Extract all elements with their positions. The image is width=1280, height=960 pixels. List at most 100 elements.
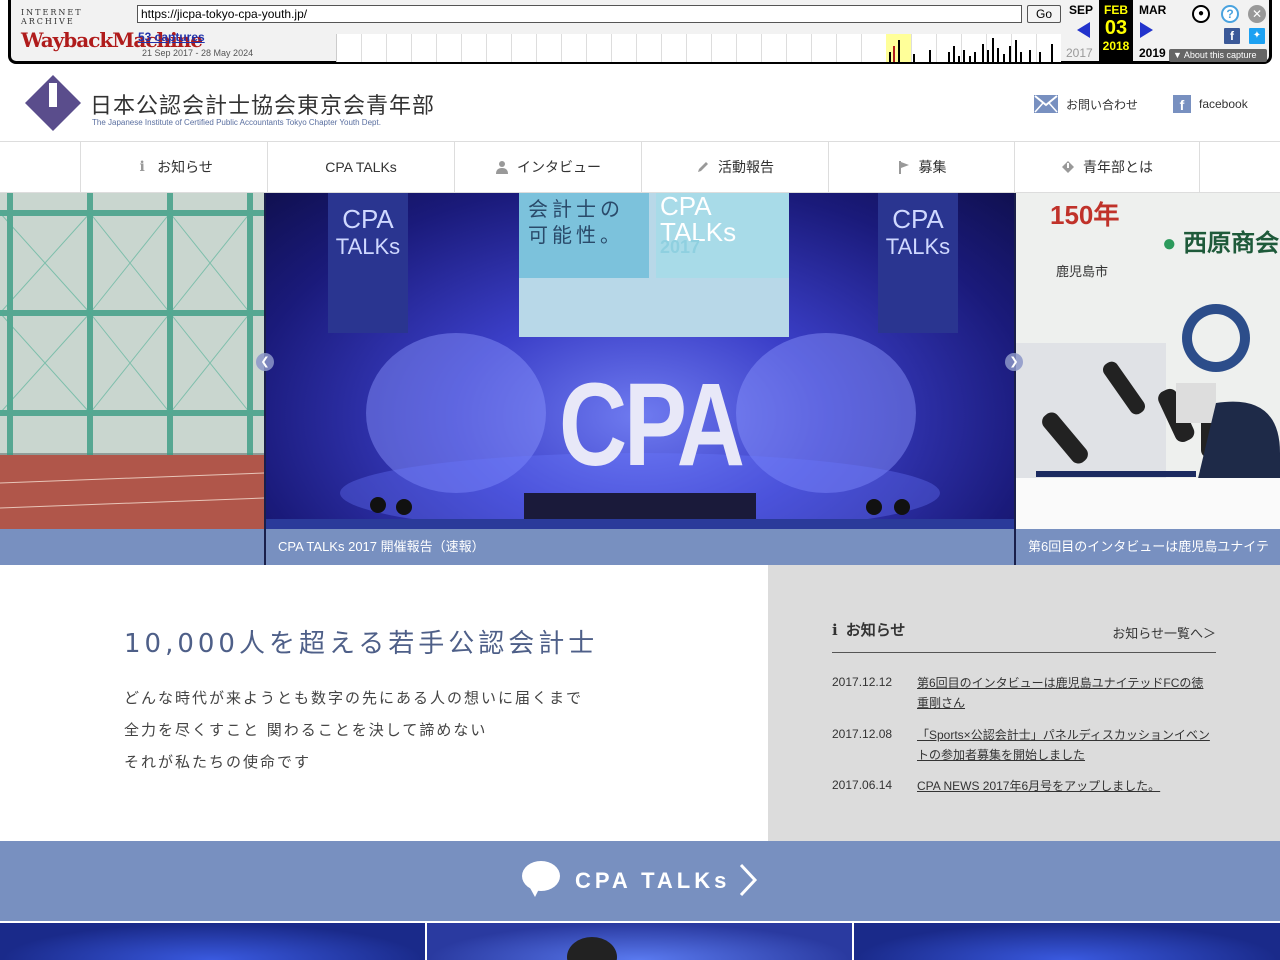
news-link[interactable]: CPA NEWS 2017年6月号をアップしました。	[917, 776, 1215, 796]
right-brand: ● 西原商会	[1162, 223, 1279, 258]
slide-right[interactable]: 150年 鹿児島市 ● 西原商会 第6回目のインタビューは鹿児島ユナイテ	[1016, 193, 1280, 565]
news-title-label: お知らせ	[845, 622, 906, 639]
nav-label: 募集	[918, 159, 947, 175]
pencil-icon	[698, 162, 708, 172]
facebook-icon: f	[1173, 95, 1191, 113]
nav-label: CPA TALKs	[325, 159, 397, 175]
talks-tiles	[0, 921, 1280, 960]
news-panel: i お知らせ お知らせ一覧へ＞ 2017.12.12 第6回目のインタビューは鹿…	[768, 565, 1280, 841]
wayback-about-button[interactable]: ▼ About this capture	[1169, 49, 1267, 62]
sparkline-cell	[586, 34, 611, 62]
nav-item-news[interactable]: i お知らせ	[80, 142, 267, 192]
sparkline-bar	[1039, 52, 1041, 62]
slide-left-caption[interactable]	[0, 529, 264, 565]
sparkline-cell	[761, 34, 786, 62]
sparkline-cell	[686, 34, 711, 62]
nav-item-recruit[interactable]: 募集	[828, 142, 1014, 192]
info-icon: i	[832, 620, 838, 639]
intro-section: 10,000人を超える若手公認会計士 どんな時代が来ようとも数字の先にある人の想…	[0, 565, 768, 841]
wayback-next-month[interactable]: MAR	[1139, 3, 1166, 17]
sparkline-cell	[636, 34, 661, 62]
talks-tile[interactable]	[854, 923, 1280, 960]
wayback-go-button[interactable]: Go	[1027, 5, 1061, 23]
intro-line-3: それが私たちの使命です	[124, 753, 312, 771]
wayback-prev-month[interactable]: SEP	[1069, 3, 1093, 17]
brand-circle-icon: ●	[1162, 230, 1177, 257]
sparkline-cell	[736, 34, 761, 62]
nav-item-interview[interactable]: インタビュー	[454, 142, 641, 192]
news-item: 2017.12.08 「Sports×公認会計士」パネルディスカッションイベント…	[832, 727, 1216, 769]
slide-left[interactable]	[0, 193, 264, 565]
intro-line-1: どんな時代が来ようとも数字の先にある人の想いに届くまで	[124, 689, 584, 707]
account-icon[interactable]: ●	[1192, 5, 1210, 23]
slider-prev-arrow-icon[interactable]: ❮	[256, 353, 274, 371]
sparkline-cell	[836, 34, 861, 62]
twitter-share-icon[interactable]: ✦	[1249, 28, 1265, 44]
wayback-next-arrow-icon[interactable]	[1140, 22, 1153, 38]
nav-item-about[interactable]: 青年部とは	[1014, 142, 1200, 192]
site-title[interactable]: 日本公認会計士協会東京会青年部	[90, 88, 435, 120]
sparkline-cell	[436, 34, 461, 62]
wayback-toolbar: INTERNET ARCHIVE WaybackMachine https://…	[8, 0, 1272, 64]
nav-label: お知らせ	[157, 159, 213, 175]
talks-tile[interactable]	[0, 923, 425, 960]
slide-center-caption[interactable]: CPA TALKs 2017 開催報告（速報）	[266, 529, 1014, 565]
sparkline-bar	[1003, 54, 1005, 62]
slider-next-arrow-icon[interactable]: ❯	[1005, 353, 1023, 371]
sparkline-cell	[711, 34, 736, 62]
sparkline-bar	[1015, 40, 1017, 62]
slide-right-caption[interactable]: 第6回目のインタビューは鹿児島ユナイテ	[1016, 529, 1280, 565]
nav-item-activity[interactable]: 活動報告	[641, 142, 828, 192]
wayback-captures-link[interactable]: 53 captures	[138, 30, 205, 44]
slide-left-image	[0, 193, 264, 529]
news-more-link[interactable]: お知らせ一覧へ＞	[1112, 623, 1216, 642]
sparkline-cell	[561, 34, 586, 62]
news-date: 2017.12.08	[832, 727, 893, 741]
wayback-cur-year: 2018	[1102, 39, 1130, 53]
flag-icon	[898, 161, 909, 174]
news-link[interactable]: 「Sports×公認会計士」パネルディスカッションイベントの参加者募集を開始しま…	[917, 725, 1215, 765]
sparkline-cell	[411, 34, 436, 62]
wayback-about-label: About this capture	[1183, 50, 1257, 60]
nav-item-cpa-talks[interactable]: CPA TALKs	[267, 142, 454, 192]
intro-line-2: 全力を尽くすこと 関わることを決して諦めない	[124, 721, 488, 739]
talks-tile[interactable]	[427, 923, 852, 960]
news-header: i お知らせ お知らせ一覧へ＞	[832, 617, 1216, 653]
sparkline-bar	[948, 52, 950, 62]
speech-bubble-icon	[522, 861, 560, 897]
wayback-range: 21 Sep 2017 - 28 May 2024	[142, 48, 254, 58]
news-link[interactable]: 第6回目のインタビューは鹿児島ユナイテッドFCの徳重剛さん	[917, 673, 1215, 713]
sparkline-bar	[987, 50, 989, 62]
wayback-sparkline[interactable]	[336, 34, 1061, 62]
sparkline-cell	[661, 34, 686, 62]
wayback-logo-main: WaybackMachine	[21, 28, 203, 52]
sparkline-bar	[898, 40, 900, 62]
wayback-prev-arrow-icon[interactable]	[1077, 22, 1090, 38]
sparkline-cell	[611, 34, 636, 62]
sparkline-bar	[992, 38, 994, 62]
cpa-talks-band[interactable]: CPA TALKs	[0, 841, 1280, 921]
banner-right-line1: CPA	[892, 204, 944, 234]
help-icon[interactable]: ?	[1221, 5, 1239, 23]
hero-slider[interactable]: CPA TALKs CPA TALKs 会計士の可能性。 CPA TALKs 2…	[0, 193, 1280, 565]
sparkline-cell	[461, 34, 486, 62]
sparkline-bar	[889, 52, 891, 62]
sparkline-bar	[1009, 46, 1011, 62]
sparkline-bar	[969, 56, 971, 62]
sparkline-bar	[1029, 50, 1031, 62]
facebook-link[interactable]: f facebook	[1173, 95, 1248, 113]
banner-right: CPA TALKs	[880, 205, 956, 261]
contact-label: お問い合わせ	[1066, 97, 1139, 112]
sparkline-bar	[963, 50, 965, 62]
close-icon[interactable]: ✕	[1248, 5, 1266, 23]
slide-center[interactable]: CPA TALKs CPA TALKs 会計士の可能性。 CPA TALKs 2…	[266, 193, 1014, 565]
news-title: i お知らせ	[832, 619, 905, 640]
wayback-logo[interactable]: INTERNET ARCHIVE WaybackMachine	[21, 8, 203, 52]
mail-icon	[1034, 95, 1058, 113]
contact-link[interactable]: お問い合わせ	[1034, 95, 1138, 113]
wayback-current-date: FEB 03 2018	[1099, 0, 1133, 62]
facebook-share-icon[interactable]: f	[1224, 28, 1240, 44]
news-item: 2017.12.12 第6回目のインタビューは鹿児島ユナイテッドFCの徳重剛さん	[832, 675, 1216, 717]
logo-diamond-icon[interactable]	[24, 74, 82, 132]
wayback-url-input[interactable]: https://jicpa-tokyo-cpa-youth.jp/	[137, 5, 1022, 23]
